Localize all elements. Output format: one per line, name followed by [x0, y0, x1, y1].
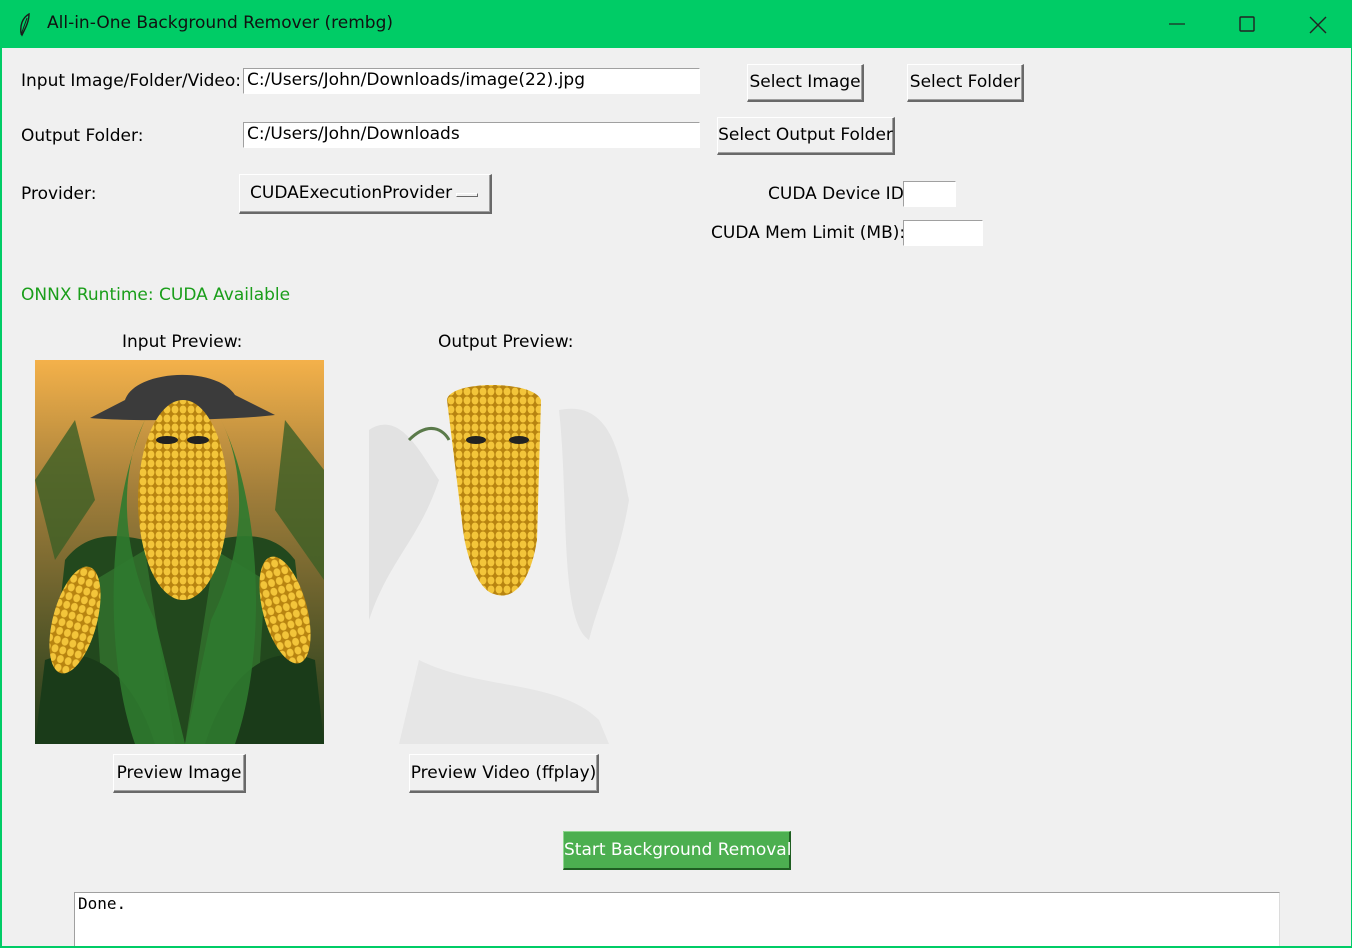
output-preview-image: [359, 360, 648, 744]
select-image-button[interactable]: Select Image: [747, 64, 864, 102]
provider-dropdown-value: CUDAExecutionProvider: [250, 183, 453, 203]
close-icon: [1309, 16, 1327, 34]
provider-dropdown[interactable]: CUDAExecutionProvider: [239, 174, 492, 214]
app-window: All-in-One Background Remover (rembg) In…: [0, 0, 1352, 948]
output-folder-field[interactable]: C:/Users/John/Downloads: [243, 122, 700, 148]
maximize-button[interactable]: [1212, 1, 1282, 48]
window-title: All-in-One Background Remover (rembg): [47, 13, 394, 33]
cuda-mem-field[interactable]: [903, 220, 983, 246]
minimize-icon: [1169, 23, 1185, 25]
log-output[interactable]: Done.: [74, 892, 1280, 946]
cuda-device-label: CUDA Device ID:: [768, 184, 910, 204]
preview-image-button[interactable]: Preview Image: [113, 754, 246, 793]
select-folder-button[interactable]: Select Folder: [907, 64, 1024, 102]
preview-video-button[interactable]: Preview Video (ffplay): [409, 754, 599, 793]
feather-icon: [20, 13, 30, 37]
input-path-label: Input Image/Folder/Video:: [21, 71, 242, 91]
maximize-icon: [1239, 16, 1255, 32]
close-button[interactable]: [1282, 1, 1352, 48]
output-preview-label: Output Preview:: [438, 332, 574, 352]
select-output-folder-button[interactable]: Select Output Folder: [717, 117, 895, 155]
provider-label: Provider:: [21, 184, 97, 204]
start-background-removal-button[interactable]: Start Background Removal: [563, 831, 791, 870]
dropdown-indicator-icon: [456, 193, 478, 197]
client-area: Input Image/Folder/Video: C:/Users/John/…: [2, 48, 1351, 946]
cuda-mem-label: CUDA Mem Limit (MB):: [711, 223, 906, 243]
cuda-device-field[interactable]: [903, 181, 956, 207]
input-preview-image: [35, 360, 324, 744]
output-folder-label: Output Folder:: [21, 126, 144, 146]
onnx-status-text: ONNX Runtime: CUDA Available: [21, 285, 291, 305]
input-path-field[interactable]: C:/Users/John/Downloads/image(22).jpg: [243, 68, 700, 94]
input-preview-label: Input Preview:: [122, 332, 243, 352]
title-bar[interactable]: All-in-One Background Remover (rembg): [1, 1, 1352, 48]
minimize-button[interactable]: [1142, 1, 1212, 48]
